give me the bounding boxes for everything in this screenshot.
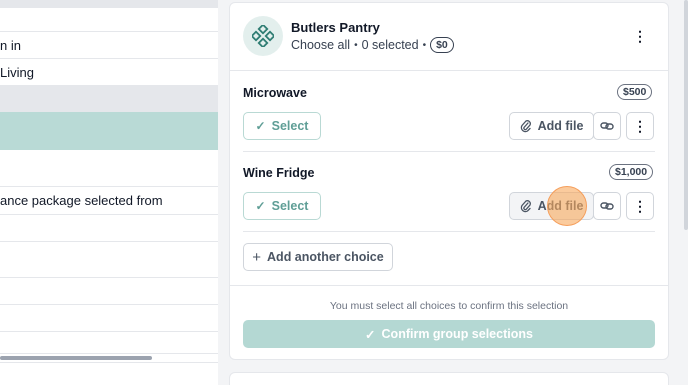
more-vertical-icon: ⋮ — [633, 28, 647, 44]
link-button[interactable] — [593, 192, 621, 220]
diamond-grid-icon — [252, 25, 274, 47]
table-row[interactable] — [0, 278, 218, 305]
table-row[interactable]: ance package selected from — [0, 187, 218, 215]
table-row[interactable] — [0, 242, 218, 278]
separator-dot: • — [422, 39, 427, 51]
divider — [243, 151, 655, 152]
link-icon — [600, 202, 614, 210]
table-cell: n in — [0, 37, 21, 53]
paperclip-icon — [520, 200, 531, 213]
select-button[interactable]: ✓ Select — [243, 192, 321, 220]
table-cell: ance package selected from — [0, 193, 163, 208]
choose-all-label: Choose all — [291, 38, 351, 52]
check-icon: ✓ — [365, 327, 376, 342]
table-row[interactable] — [0, 0, 218, 8]
choice-more-button[interactable]: ⋮ — [626, 192, 654, 220]
table-row[interactable] — [0, 332, 218, 354]
link-button[interactable] — [593, 112, 621, 140]
table-row[interactable] — [0, 305, 218, 332]
table-cell: Living — [0, 64, 34, 80]
paperclip-icon — [520, 120, 531, 133]
group-avatar — [243, 16, 283, 56]
choice-name: Wine Fridge — [243, 166, 315, 180]
choice-group-card: Butlers Pantry Choose all • 0 selected •… — [229, 2, 669, 360]
choice-price-badge: $500 — [617, 84, 653, 100]
more-vertical-icon: ⋮ — [633, 117, 647, 134]
group-header: Butlers Pantry Choose all • 0 selected •… — [230, 3, 668, 71]
separator-dot: • — [354, 39, 358, 51]
cursor-highlight — [547, 186, 587, 226]
horizontal-scrollbar[interactable] — [0, 356, 152, 360]
table-footer — [0, 362, 218, 385]
confirm-group-selections-button[interactable]: ✓ Confirm group selections — [243, 320, 655, 348]
choice-name: Microwave — [243, 86, 307, 100]
choice-more-button[interactable]: ⋮ — [626, 112, 654, 140]
table-row[interactable]: Living — [0, 59, 218, 86]
add-another-choice-button[interactable]: + Add another choice — [243, 243, 393, 271]
select-button[interactable]: ✓ Select — [243, 112, 321, 140]
next-group-card — [229, 372, 669, 385]
vertical-scrollbar[interactable] — [684, 0, 688, 230]
footer-divider — [230, 285, 668, 286]
table-row[interactable] — [0, 150, 218, 187]
group-title: Butlers Pantry — [291, 20, 380, 35]
plus-icon: + — [252, 248, 262, 266]
table-row-selected[interactable] — [0, 112, 218, 150]
link-icon — [600, 122, 614, 130]
choice-price-badge: $1,000 — [609, 164, 654, 180]
table-row[interactable] — [0, 86, 218, 112]
check-icon: ✓ — [255, 119, 266, 133]
check-icon: ✓ — [255, 199, 266, 213]
table-row[interactable] — [0, 8, 218, 32]
left-table: n in Living ance package selected from — [0, 0, 218, 385]
group-more-menu-button[interactable]: ⋮ — [630, 26, 650, 46]
add-file-button[interactable]: Add file — [509, 112, 594, 140]
selected-count: 0 selected — [361, 38, 419, 52]
group-subtitle: Choose all • 0 selected • $0 — [291, 37, 454, 53]
confirm-notice: You must select all choices to confirm t… — [329, 300, 569, 312]
table-row[interactable]: n in — [0, 32, 218, 59]
more-vertical-icon: ⋮ — [633, 197, 647, 214]
table-row[interactable] — [0, 215, 218, 242]
divider — [243, 231, 655, 232]
group-total-badge: $0 — [430, 37, 454, 53]
